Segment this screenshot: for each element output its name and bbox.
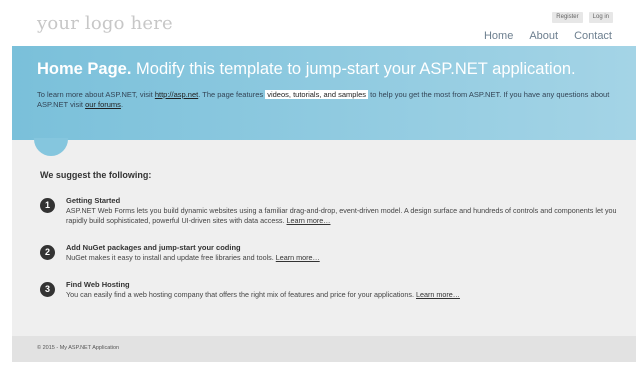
site-logo[interactable]: your logo here bbox=[37, 13, 173, 34]
featured-text-part-4: . bbox=[120, 100, 124, 109]
nav-home[interactable]: Home bbox=[484, 30, 513, 42]
page: your logo here Register Log in Home Abou… bbox=[0, 0, 644, 365]
learn-more-link[interactable]: Learn more… bbox=[276, 253, 320, 262]
site-header: your logo here Register Log in Home Abou… bbox=[0, 0, 644, 46]
step-number-2-icon: 2 bbox=[40, 245, 55, 260]
featured-highlight: videos, tutorials, and samples bbox=[265, 90, 369, 99]
suggest-title: We suggest the following: bbox=[40, 170, 152, 180]
featured-banner: Home Page. Modify this template to jump-… bbox=[12, 46, 636, 140]
nav-about[interactable]: About bbox=[529, 30, 558, 42]
main-content: We suggest the following: 1 Getting Star… bbox=[12, 138, 636, 336]
main-nav: Home About Contact bbox=[484, 30, 612, 42]
step-number-3-icon: 3 bbox=[40, 282, 55, 297]
step-heading: Add NuGet packages and jump-start your c… bbox=[66, 243, 241, 252]
learn-more-link[interactable]: Learn more… bbox=[287, 216, 331, 225]
featured-title-rest: Modify this template to jump-start your … bbox=[131, 60, 576, 78]
featured-description: To learn more about ASP.NET, visit http:… bbox=[37, 90, 622, 110]
aspnet-link[interactable]: http://asp.net bbox=[155, 90, 198, 99]
step-number-1-icon: 1 bbox=[40, 198, 55, 213]
login-area: Register Log in bbox=[552, 12, 613, 23]
banner-bubble bbox=[34, 138, 68, 156]
step-heading: Getting Started bbox=[66, 196, 121, 205]
step-description: NuGet makes it easy to install and updat… bbox=[66, 253, 276, 262]
featured-text-part-2: . The page features bbox=[198, 90, 266, 99]
step-heading: Find Web Hosting bbox=[66, 280, 130, 289]
footer-copyright: © 2015 - My ASP.NET Application bbox=[37, 345, 120, 351]
learn-more-link[interactable]: Learn more… bbox=[416, 290, 460, 299]
nav-contact[interactable]: Contact bbox=[574, 30, 612, 42]
step-description: You can easily find a web hosting compan… bbox=[66, 290, 416, 299]
step-body: NuGet makes it easy to install and updat… bbox=[66, 253, 626, 263]
site-footer: © 2015 - My ASP.NET Application bbox=[12, 336, 636, 362]
step-description: ASP.NET Web Forms lets you build dynamic… bbox=[66, 206, 617, 225]
register-link[interactable]: Register bbox=[552, 12, 583, 23]
step-body: ASP.NET Web Forms lets you build dynamic… bbox=[66, 206, 626, 226]
step-body: You can easily find a web hosting compan… bbox=[66, 290, 626, 300]
featured-title-strong: Home Page. bbox=[37, 60, 132, 78]
forums-link[interactable]: our forums bbox=[85, 100, 121, 109]
featured-title: Home Page. Modify this template to jump-… bbox=[37, 60, 576, 79]
login-link[interactable]: Log in bbox=[588, 12, 613, 23]
featured-text-part-1: To learn more about ASP.NET, visit bbox=[37, 90, 155, 99]
